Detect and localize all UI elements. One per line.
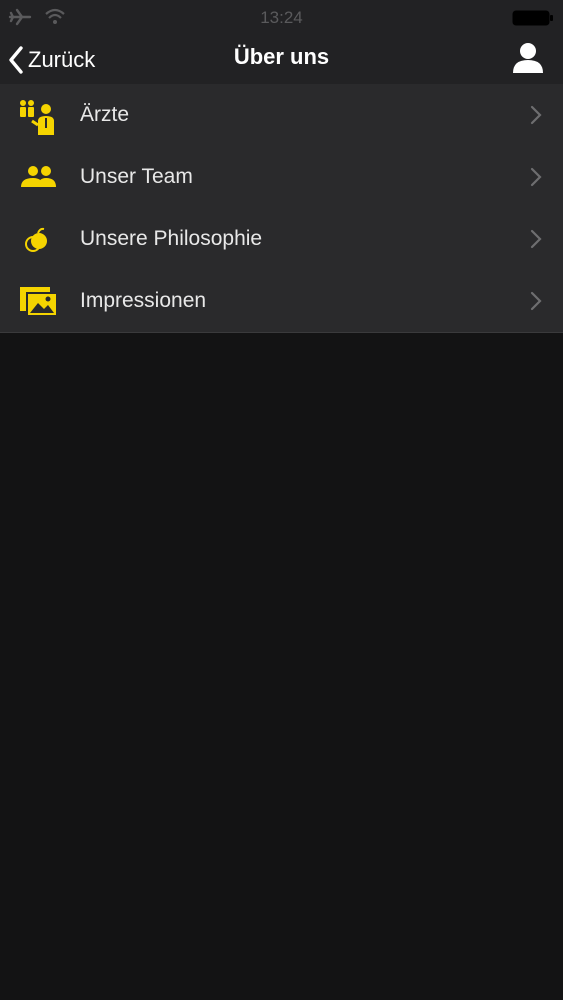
menu-item-label: Impressionen [80, 289, 207, 312]
navigation-bar: Zurück Über uns [0, 36, 563, 84]
photos-icon [20, 287, 58, 317]
chevron-right-icon [530, 291, 542, 311]
doctors-icon [20, 100, 54, 135]
chevron-right-icon [530, 167, 542, 187]
menu-item-aerzte[interactable]: Ärzte [0, 84, 563, 146]
status-bar: 13:24 [0, 0, 563, 36]
page-title: Über uns [233, 44, 330, 69]
content-area [0, 333, 563, 1000]
philosophy-icon [25, 227, 47, 252]
menu-item-unsere-philosophie[interactable]: Unsere Philosophie [0, 208, 563, 270]
menu-item-unser-team[interactable]: Unser Team [0, 146, 563, 208]
battery-icon [512, 10, 553, 26]
chevron-right-icon [530, 229, 542, 249]
status-time: 13:24 [260, 8, 303, 27]
team-icon [21, 166, 56, 187]
menu-item-label: Unsere Philosophie [80, 227, 263, 250]
user-icon[interactable] [508, 40, 548, 76]
menu-list: Ärzte Unser Team Unsere Philosophie Impr… [0, 84, 563, 333]
menu-item-impressionen[interactable]: Impressionen [0, 270, 563, 332]
menu-item-label: Ärzte [80, 103, 130, 126]
menu-item-label: Unser Team [80, 165, 193, 188]
chevron-right-icon [530, 105, 542, 125]
